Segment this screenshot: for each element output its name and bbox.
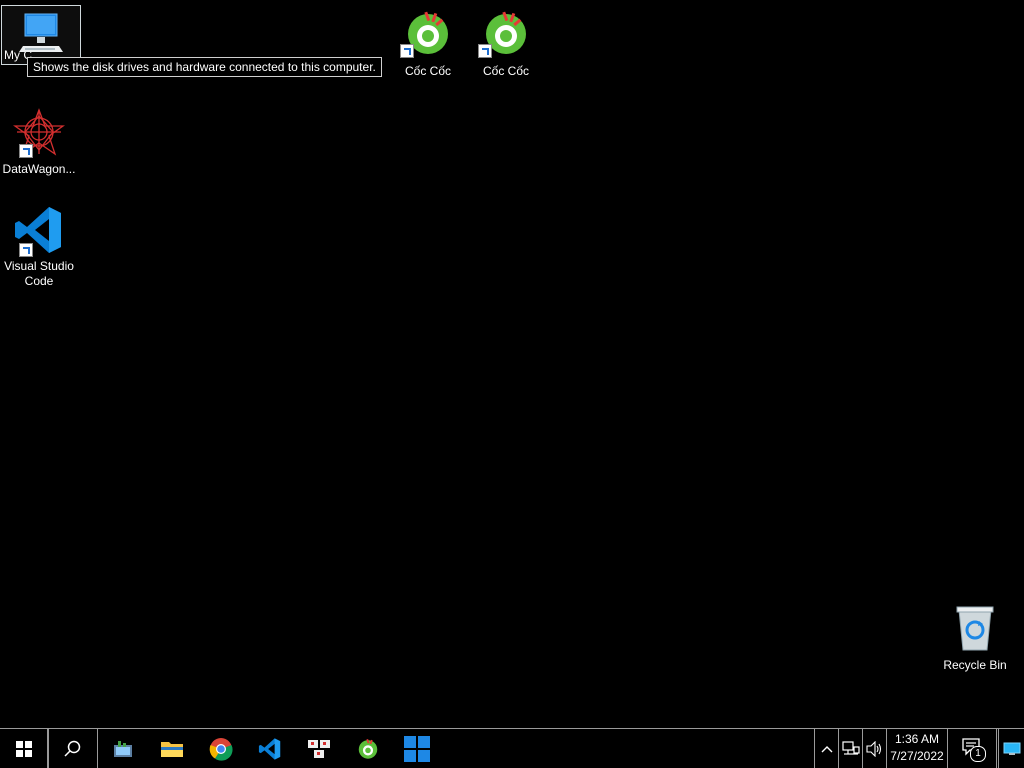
desktop: My C Cốc Cốc Cốc Cốc DataWagon... Visual… — [0, 0, 1024, 728]
taskbar-app-network-tool[interactable] — [295, 729, 343, 768]
recycle-bin-shortcut[interactable]: Recycle Bin — [936, 600, 1014, 673]
taskbar-app-coccoc[interactable] — [344, 729, 392, 768]
chrome-icon — [209, 737, 233, 761]
chevron-up-icon — [821, 745, 833, 752]
coccoc-icon — [358, 738, 378, 759]
show-hidden-icons-button[interactable] — [814, 729, 839, 768]
taskbar-app-file-explorer[interactable] — [148, 729, 196, 768]
volume-tray-button[interactable] — [862, 729, 887, 768]
shortcut-arrow-icon — [400, 44, 414, 58]
folder-icon — [161, 741, 183, 757]
network-icon — [842, 740, 860, 755]
windows-11-logo-icon — [404, 735, 430, 762]
vscode-icon — [13, 205, 65, 257]
server-manager-icon — [114, 740, 132, 757]
computer-icon — [17, 12, 65, 56]
vscode-icon — [258, 737, 281, 760]
datawagon-shortcut[interactable]: DataWagon... — [0, 104, 78, 177]
coccoc-icon — [478, 10, 532, 62]
vscode-shortcut[interactable]: Visual Studio Code — [0, 201, 78, 289]
icon-label: Cốc Cốc — [482, 64, 529, 78]
search-button[interactable] — [48, 729, 98, 768]
datawagon-icon — [12, 108, 66, 160]
search-icon — [64, 740, 81, 757]
action-center-button[interactable]: 1 — [950, 729, 997, 768]
coccoc-shortcut[interactable]: Cốc Cốc — [389, 6, 467, 79]
shortcut-arrow-icon — [19, 144, 33, 158]
speaker-icon — [866, 740, 882, 757]
icon-label: Recycle Bin — [943, 658, 1007, 672]
notification-count-badge: 1 — [970, 745, 986, 762]
taskbar-app-chrome[interactable] — [197, 729, 245, 768]
clock-time: 1:36 AM — [894, 732, 940, 746]
coccoc-icon — [400, 10, 454, 62]
taskbar-clock[interactable]: 1:36 AM 7/27/2022 — [886, 729, 948, 768]
recycle-bin-icon — [949, 604, 1001, 656]
windows-logo-icon — [15, 740, 32, 757]
network-tray-button[interactable] — [838, 729, 863, 768]
coccoc-shortcut[interactable]: Cốc Cốc — [467, 6, 545, 79]
icon-label: Visual Studio Code — [4, 259, 74, 288]
icon-label: DataWagon... — [2, 162, 76, 176]
taskbar-app-windows-11[interactable] — [393, 729, 441, 768]
network-tool-icon — [308, 739, 330, 758]
start-button[interactable] — [0, 729, 48, 768]
tooltip: Shows the disk drives and hardware conne… — [27, 57, 382, 77]
desktop-icon — [1003, 742, 1021, 755]
shortcut-arrow-icon — [19, 243, 33, 257]
taskbar-app-server-manager[interactable] — [99, 729, 147, 768]
icon-label: Cốc Cốc — [404, 64, 451, 78]
shortcut-arrow-icon — [478, 44, 492, 58]
show-desktop-button[interactable] — [998, 729, 1024, 768]
my-computer-shortcut[interactable]: My C — [1, 5, 81, 65]
taskbar-app-vscode[interactable] — [246, 729, 294, 768]
taskbar: 1:36 AM 7/27/2022 1 — [0, 728, 1024, 768]
clock-date: 7/27/2022 — [890, 749, 944, 763]
